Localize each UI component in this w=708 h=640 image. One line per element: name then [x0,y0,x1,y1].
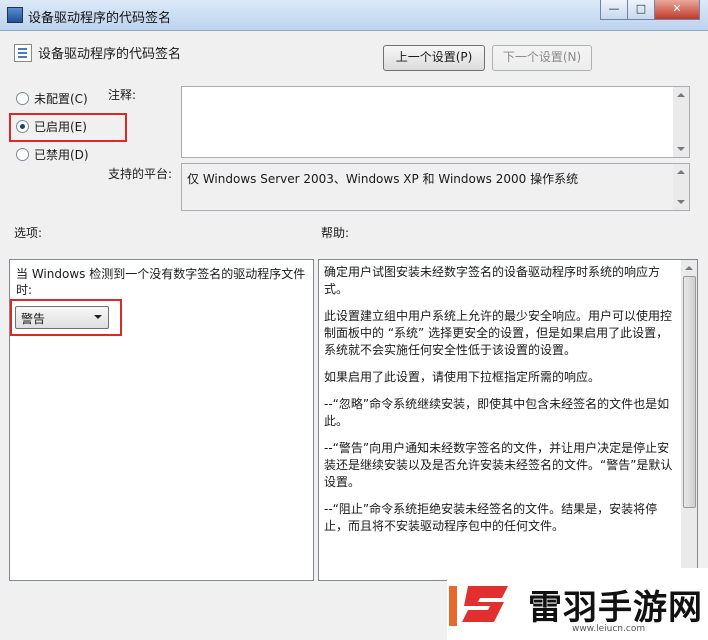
watermark-url: www.leiucn.com [572,624,646,634]
policy-setting-icon [14,44,32,62]
comment-textarea[interactable] [181,86,690,158]
radio-label: 已禁用(D) [34,148,89,162]
next-setting-button[interactable]: 下一个设置(N) [492,45,592,71]
scroll-up-icon[interactable] [677,93,685,97]
watermark-site-name: 雷羽手游网 [528,588,703,628]
options-description: 当 Windows 检测到一个没有数字签名的驱动程序文件时: [16,267,306,297]
watermark-accent-bar [449,586,457,626]
platform-label: 支持的平台: [108,167,173,181]
help-paragraph: --“忽略”命令系统继续安装，即使其中包含未经签名的文件也是如此。 [324,397,670,428]
help-paragraph: 如果启用了此设置，请使用下拉框指定所需的响应。 [324,370,601,384]
scroll-up-icon[interactable] [677,170,685,174]
title-bar: 设备驱动程序的代码签名 — □ ✕ [0,0,708,31]
highlight-box-enabled [9,113,127,142]
help-panel: 确定用户试图安装未经数字签名的设备驱动程序时系统的响应方式。此设置建立组中用户系… [318,259,698,581]
close-button[interactable]: ✕ [654,0,700,20]
previous-setting-button[interactable]: 上一个设置(P) [383,45,485,71]
help-paragraph: 确定用户试图安装未经数字签名的设备驱动程序时系统的响应方式。 [324,265,661,296]
platform-scrollbar[interactable] [673,164,689,210]
window-title: 设备驱动程序的代码签名 [28,11,172,26]
maximize-button[interactable]: □ [627,0,655,20]
help-paragraph: 此设置建立组中用户系统上允许的最少安全响应。用户可以使用控制面板中的 “系统” … [324,309,673,357]
policy-name: 设备驱动程序的代码签名 [38,47,182,62]
comment-label: 注释: [108,88,137,102]
radio-label: 未配置(C) [34,92,88,106]
radio-button[interactable] [16,148,29,161]
platform-field: 仅 Windows Server 2003、Windows XP 和 Windo… [181,163,690,211]
minimize-button[interactable]: — [600,0,628,20]
policy-window-icon [7,7,23,23]
options-section-label: 选项: [14,226,43,240]
help-paragraph: --“阻止”命令系统拒绝安装未经签名的文件。结果是，安装将停止，而且将不安装驱动… [324,502,658,533]
radio-button[interactable] [16,92,29,105]
scroll-thumb[interactable] [683,276,696,508]
help-scrollbar[interactable] [681,260,697,580]
help-paragraph: --“警告”向用户通知未经数字签名的文件，并让用户决定是停止安装还是继续安装以及… [324,441,673,489]
scroll-down-icon[interactable] [677,200,685,204]
help-section-label: 帮助: [321,226,350,240]
scroll-down-icon[interactable] [677,147,685,151]
highlight-box-dropdown [10,299,122,336]
comment-scrollbar[interactable] [673,87,689,157]
scroll-up-icon[interactable] [685,266,693,270]
watermark-logo-icon [462,586,508,622]
help-text: 确定用户试图安装未经数字签名的设备驱动程序时系统的响应方式。此设置建立组中用户系… [324,264,676,545]
platform-value: 仅 Windows Server 2003、Windows XP 和 Windo… [187,172,579,186]
